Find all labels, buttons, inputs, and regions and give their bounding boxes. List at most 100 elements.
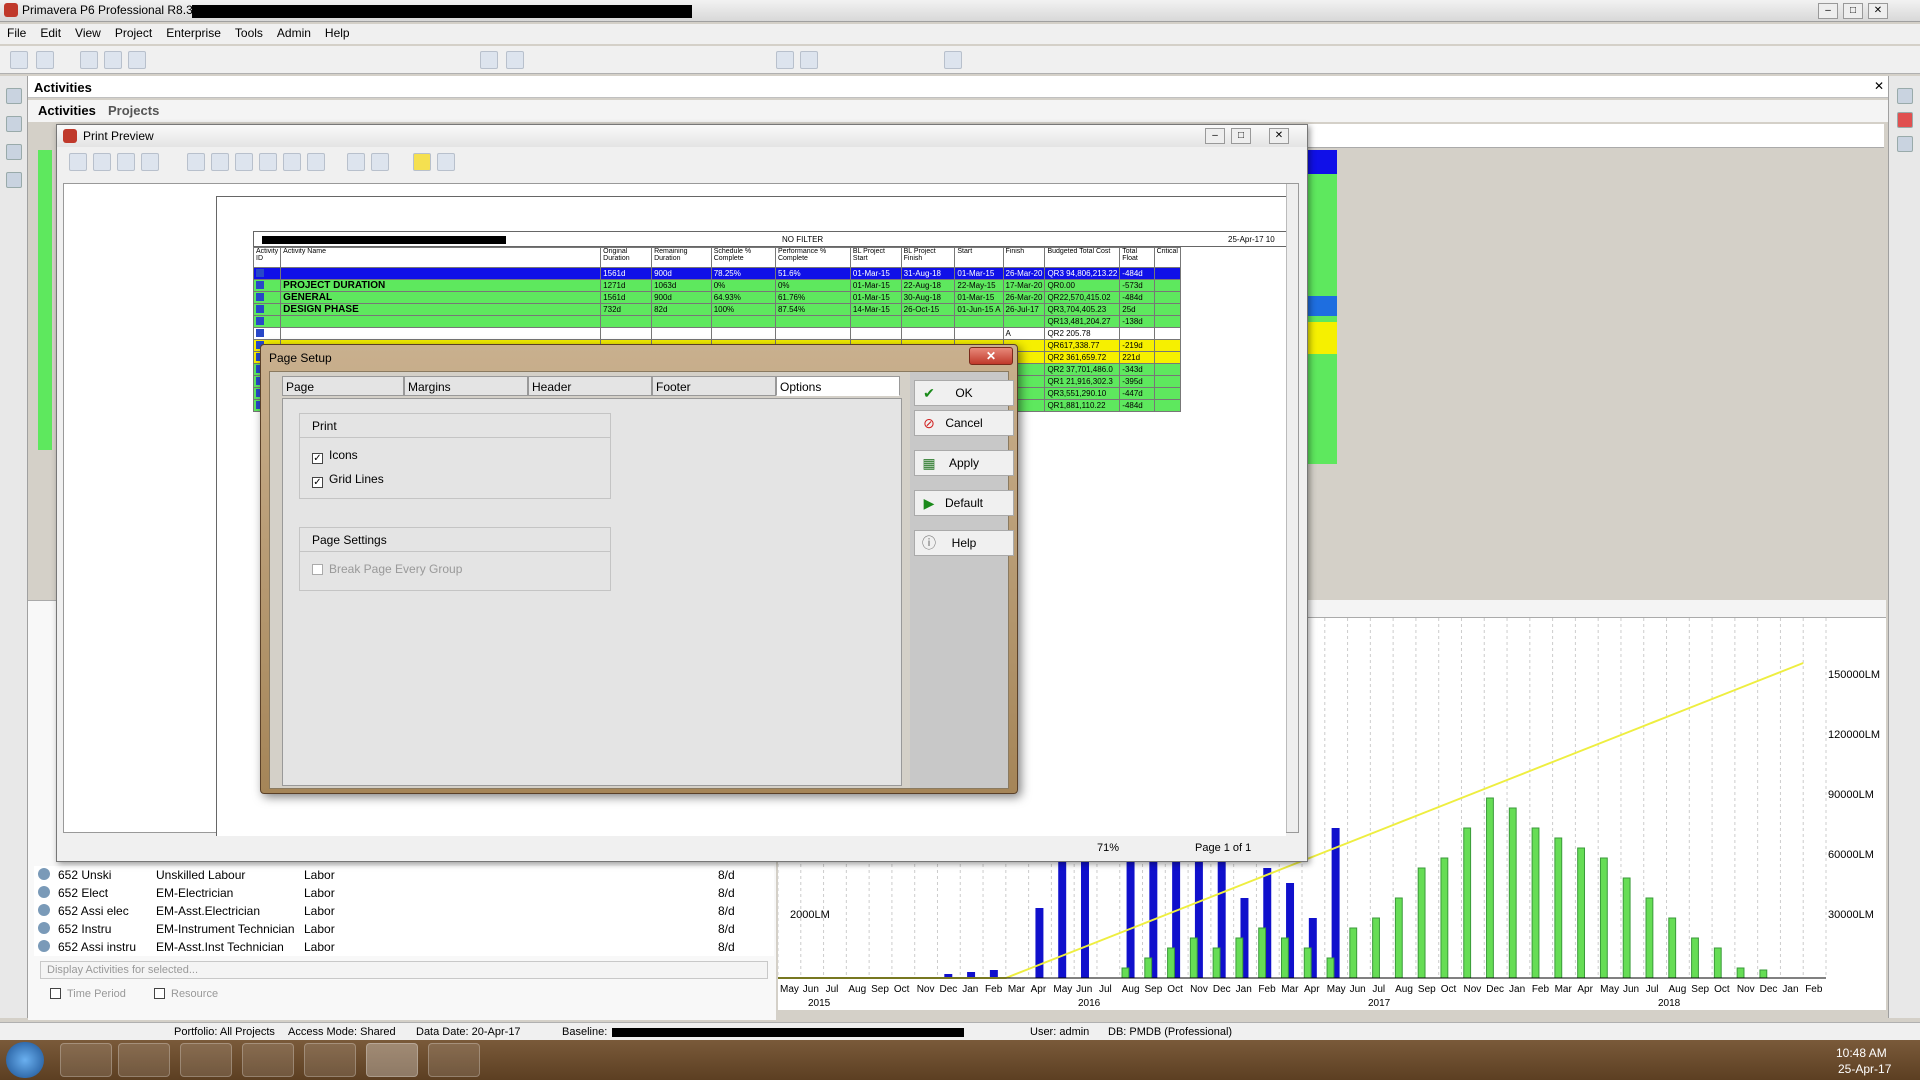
list-item[interactable]: 652 Instru EM-Instrument Technician Labo… [34, 920, 774, 938]
bars-icon[interactable] [128, 51, 146, 69]
list-item[interactable]: 652 Assi elec EM-Asst.Electrician Labor … [34, 902, 774, 920]
menu-file[interactable]: File [0, 24, 33, 42]
prev-page-icon[interactable] [211, 153, 229, 171]
menu-enterprise[interactable]: Enterprise [159, 24, 228, 42]
close-preview-icon[interactable] [437, 153, 455, 171]
report-filter: NO FILTER [782, 235, 824, 244]
table-cell [1119, 327, 1155, 340]
filter-icon[interactable] [480, 51, 498, 69]
tab-footer[interactable]: Footer [652, 376, 776, 396]
apply-button[interactable]: ▦ Apply [914, 450, 1014, 476]
panel-close-icon[interactable]: ✕ [1874, 79, 1884, 93]
tab-margins[interactable]: Margins [404, 376, 528, 396]
list-item[interactable]: 652 Elect EM-Electrician Labor 8/d [34, 884, 774, 902]
taskbar-explorer-icon[interactable] [118, 1043, 170, 1077]
up-page-icon[interactable] [259, 153, 277, 171]
taskbar-primavera-icon[interactable] [366, 1043, 418, 1077]
close-button[interactable]: ✕ [1868, 3, 1888, 19]
critical-cell [1153, 303, 1182, 316]
bar-remaining [1349, 927, 1358, 979]
zoom-in-icon[interactable] [776, 51, 794, 69]
taskbar-acrobat-icon[interactable] [60, 1043, 112, 1077]
vertical-scrollbar[interactable] [1286, 184, 1298, 832]
icons-checkbox[interactable]: ✓ Icons [312, 448, 358, 464]
month-label: Jan [1236, 984, 1252, 995]
sidebar-icon-projects[interactable] [6, 88, 22, 104]
month-label: Aug [1395, 984, 1413, 995]
maximize-button[interactable]: □ [1843, 3, 1863, 19]
sidebar-icon-resources[interactable] [6, 172, 22, 188]
first-page-icon[interactable] [187, 153, 205, 171]
taskbar-excel-icon[interactable] [304, 1043, 356, 1077]
grid-lines-checkbox[interactable]: ✓ Grid Lines [312, 472, 384, 488]
menu-edit[interactable]: Edit [33, 24, 68, 42]
help-icon[interactable] [413, 153, 431, 171]
help-icon[interactable] [944, 51, 962, 69]
menu-admin[interactable]: Admin [270, 24, 318, 42]
print-setup-icon[interactable] [93, 153, 111, 171]
resource-id: 652 Assi elec [58, 904, 129, 918]
minimize-button[interactable]: – [1818, 3, 1838, 19]
critical-cell [1153, 363, 1182, 376]
down-page-icon[interactable] [283, 153, 301, 171]
tab-options[interactable]: Options [776, 376, 900, 396]
options-panel: Print ✓ Icons ✓ Grid Lines Page Settings B… [282, 398, 902, 786]
zoom-out-icon[interactable] [800, 51, 818, 69]
month-label: Jan [1782, 984, 1798, 995]
default-button[interactable]: ▶ Default [914, 490, 1014, 516]
sidebar-icon-wbs[interactable] [6, 116, 22, 132]
assign-icon[interactable] [1897, 136, 1913, 152]
print-icon[interactable] [117, 153, 135, 171]
taskbar-firefox-icon[interactable] [180, 1043, 232, 1077]
close-icon[interactable]: ✕ [969, 347, 1013, 365]
tab-activities[interactable]: Activities [38, 103, 96, 118]
table-cell [280, 327, 602, 340]
help-button[interactable]: ⓘ Help [914, 530, 1014, 556]
start-button[interactable] [6, 1042, 44, 1078]
last-page-icon[interactable] [307, 153, 325, 171]
list-item[interactable]: 652 Unski Unskilled Labour Labor 8/d [34, 866, 774, 884]
menu-help[interactable]: Help [318, 24, 357, 42]
print-icon[interactable] [10, 51, 28, 69]
columns-icon[interactable] [104, 51, 122, 69]
taskbar-outlook-icon[interactable] [242, 1043, 294, 1077]
cancel-button[interactable]: ⊘ Cancel [914, 410, 1014, 436]
menu-tools[interactable]: Tools [228, 24, 270, 42]
sidebar-icon-activities[interactable] [6, 144, 22, 160]
display-activities-field[interactable]: Display Activities for selected... [40, 961, 768, 979]
tab-header[interactable]: Header [528, 376, 652, 396]
month-label: Jan [962, 984, 978, 995]
pp-minimize-button[interactable]: – [1205, 128, 1225, 144]
page-setup-icon[interactable] [69, 153, 87, 171]
tab-projects[interactable]: Projects [108, 103, 159, 118]
list-item[interactable]: 652 Assi instru EM-Asst.Inst Technician … [34, 938, 774, 956]
page-setup-title: Page Setup [269, 351, 332, 365]
menu-project[interactable]: Project [108, 24, 159, 42]
next-page-icon[interactable] [235, 153, 253, 171]
grid-yellow-cells [1308, 322, 1337, 354]
break-page-checkbox[interactable]: Break Page Every Group [312, 562, 462, 576]
menu-view[interactable]: View [68, 24, 108, 42]
bar-remaining [1577, 847, 1586, 979]
publish-icon[interactable] [141, 153, 159, 171]
delete-icon[interactable] [1897, 112, 1913, 128]
ok-button[interactable]: ✔ OK [914, 380, 1014, 406]
group-icon[interactable] [506, 51, 524, 69]
clock-time[interactable]: 10:48 AM [1836, 1046, 1887, 1060]
pp-maximize-button[interactable]: □ [1231, 128, 1251, 144]
month-label: Feb [1805, 984, 1823, 995]
print-preview-app-icon [63, 129, 77, 143]
zoom-in-icon[interactable] [347, 153, 365, 171]
taskbar-tools-icon[interactable] [428, 1043, 480, 1077]
zoom-out-icon[interactable] [371, 153, 389, 171]
resource-checkbox[interactable]: Resource [154, 988, 218, 1000]
print-preview-icon[interactable] [36, 51, 54, 69]
resource-type: Labor [304, 886, 335, 900]
tab-page[interactable]: Page [282, 376, 404, 396]
clock-date[interactable]: 25-Apr-17 [1838, 1062, 1891, 1076]
time-period-checkbox[interactable]: Time Period [50, 988, 126, 1000]
layout-icon[interactable] [80, 51, 98, 69]
add-icon[interactable] [1897, 88, 1913, 104]
table-cell: 01-Mar-15 [849, 291, 902, 304]
pp-close-button[interactable]: ✕ [1269, 128, 1289, 144]
